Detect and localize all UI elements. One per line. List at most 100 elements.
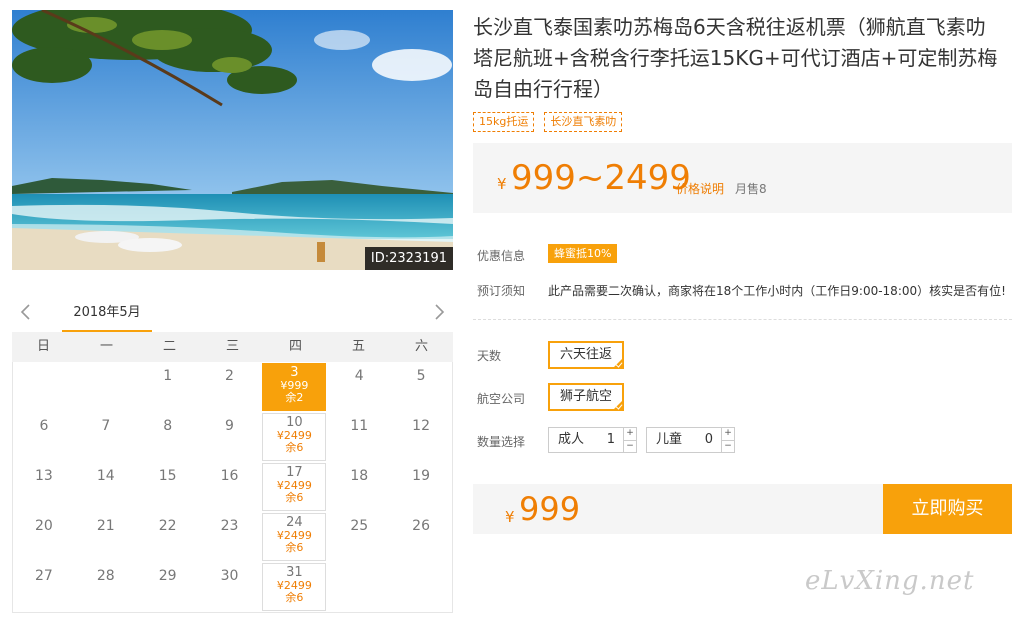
calendar-day-available[interactable]: 17 ¥2499 余6 xyxy=(262,463,327,511)
selected-check-icon xyxy=(613,358,624,368)
calendar-week-row: 1 2 3 ¥999 余2 4 5 xyxy=(13,362,452,412)
adult-stepper-buttons: + − xyxy=(623,428,636,452)
product-title: 长沙直飞泰国素叻苏梅岛6天含税往返机票（狮航直飞素叻塔尼航班+含税含行李托运15… xyxy=(473,15,998,101)
weekday-label: 日 xyxy=(36,339,50,354)
quantity-label: 数量选择 xyxy=(477,435,526,449)
calendar-day: 2 xyxy=(225,368,234,384)
calendar-day-available[interactable]: 10 ¥2499 余6 xyxy=(262,413,327,461)
calendar-week-row: 20 21 22 23 24 ¥2499 余6 25 26 xyxy=(13,512,452,562)
price-currency: ¥ xyxy=(497,175,507,193)
days-option-label: 六天往返 xyxy=(560,347,613,362)
adult-increment-button[interactable]: + xyxy=(624,428,636,440)
days-option-button[interactable]: 六天往返 xyxy=(548,341,625,369)
calendar-week-row: 6 7 8 9 10 ¥2499 余6 11 12 xyxy=(13,412,452,462)
calendar-day: 28 xyxy=(96,568,115,584)
calendar-day: 8 xyxy=(163,418,173,434)
adult-count[interactable]: 1 xyxy=(597,428,623,452)
calendar-day: 30 xyxy=(220,568,239,584)
calendar-day-stock: 余6 xyxy=(285,541,304,554)
airline-label: 航空公司 xyxy=(477,392,526,406)
calendar-day: 5 xyxy=(416,368,426,384)
calendar-grid: 1 2 3 ¥999 余2 4 5 6 7 8 9 10 ¥2499 余6 11 12 13 14 15 16 17 ¥2… xyxy=(12,362,453,613)
calendar-day: 23 xyxy=(220,518,239,534)
child-stepper-buttons: + − xyxy=(721,428,734,452)
calendar-day-empty xyxy=(13,362,75,412)
calendar-day-selected[interactable]: 3 ¥999 余2 xyxy=(262,363,327,411)
price-panel: ¥ 999~2499 价格说明 月售8 xyxy=(473,143,1012,213)
departure-calendar: 2018年5月 日一二三四五六 1 2 3 ¥999 余2 4 5 6 7 8 9 10 ¥2499 余6… xyxy=(12,296,453,613)
calendar-day-number: 24 xyxy=(286,515,303,530)
airline-option-button[interactable]: 狮子航空 xyxy=(548,383,625,411)
weekday-label: 四 xyxy=(288,339,302,354)
adult-label: 成人 xyxy=(558,432,585,447)
child-decrement-button[interactable]: − xyxy=(722,439,734,453)
calendar-day-available[interactable]: 31 ¥2499 余6 xyxy=(262,563,327,611)
calendar-week-row: 13 14 15 16 17 ¥2499 余6 18 19 xyxy=(13,462,452,512)
airline-option-label: 狮子航空 xyxy=(560,389,613,404)
weekday-label: 二 xyxy=(162,339,176,354)
days-label: 天数 xyxy=(477,349,502,363)
calendar-day-available[interactable]: 24 ¥2499 余6 xyxy=(262,513,327,561)
calendar-day: 27 xyxy=(35,568,53,584)
calendar-day: 25 xyxy=(350,518,369,534)
calendar-day: 11 xyxy=(350,418,369,434)
calendar-day-number: 3 xyxy=(290,365,299,380)
calendar-day: 14 xyxy=(96,468,115,484)
product-tags: 15kg托运 长沙直飞素叻 xyxy=(473,112,623,132)
child-increment-button[interactable]: + xyxy=(722,428,734,440)
calendar-day: 18 xyxy=(350,468,369,484)
chevron-left-icon[interactable] xyxy=(16,302,36,322)
adult-decrement-button[interactable]: − xyxy=(624,439,636,453)
watermark-logo: eLvXing.net xyxy=(805,566,975,596)
buy-now-button[interactable]: 立即购买 xyxy=(883,484,1012,534)
calendar-day: 16 xyxy=(220,468,239,484)
calendar-day-number: 10 xyxy=(286,415,303,430)
calendar-day: 9 xyxy=(225,418,234,434)
adult-quantity-stepper: 成人 1 + − xyxy=(548,427,637,453)
notice-label: 预订须知 xyxy=(477,284,526,298)
promo-label: 优惠信息 xyxy=(477,249,526,263)
total-price-panel: ¥ 999 xyxy=(473,484,883,534)
calendar-day: 12 xyxy=(412,418,430,434)
price-range: 999~2499 xyxy=(511,158,691,198)
calendar-day: 26 xyxy=(412,518,430,534)
child-quantity-stepper: 儿童 0 + − xyxy=(646,427,735,453)
calendar-day-stock: 余6 xyxy=(285,491,304,504)
weekday-label: 六 xyxy=(414,339,428,354)
calendar-day: 29 xyxy=(158,568,177,584)
calendar-day: 1 xyxy=(163,368,173,384)
chevron-right-icon[interactable] xyxy=(429,302,449,322)
tag-direct-flight: 长沙直飞素叻 xyxy=(544,112,623,132)
calendar-day: 15 xyxy=(158,468,177,484)
child-count[interactable]: 0 xyxy=(695,428,721,452)
calendar-day: 19 xyxy=(412,468,430,484)
calendar-day-number: 31 xyxy=(286,565,303,580)
calendar-day: 22 xyxy=(158,518,177,534)
notice-text: 此产品需要二次确认，商家将在18个工作小时内（工作日9:00-18:00）核实是… xyxy=(548,284,1006,298)
calendar-day-stock: 余2 xyxy=(285,391,304,404)
calendar-day-empty xyxy=(390,562,452,612)
monthly-sales: 月售8 xyxy=(735,182,767,196)
calendar-day: 21 xyxy=(96,518,115,534)
calendar-weekday-header: 日一二三四五六 xyxy=(12,332,453,362)
calendar-day-stock: 余6 xyxy=(285,591,304,604)
price-explain-link[interactable]: 价格说明 xyxy=(676,180,724,197)
calendar-day-number: 17 xyxy=(286,465,303,480)
calendar-day: 20 xyxy=(35,518,53,534)
calendar-day-stock: 余6 xyxy=(285,441,304,454)
beach-photo xyxy=(12,10,453,270)
divider xyxy=(473,319,1012,320)
calendar-day-empty xyxy=(75,362,137,412)
calendar-month-tab[interactable]: 2018年5月 xyxy=(62,296,152,332)
selected-check-icon xyxy=(613,400,624,410)
total-amount: 999 xyxy=(519,490,581,528)
calendar-day: 13 xyxy=(35,468,53,484)
product-photo: ID:2323191 xyxy=(12,10,453,270)
image-id-badge: ID:2323191 xyxy=(364,247,453,270)
tag-baggage: 15kg托运 xyxy=(473,112,535,132)
calendar-day: 7 xyxy=(101,418,111,434)
weekday-label: 五 xyxy=(351,339,365,354)
calendar-day-empty xyxy=(328,562,390,612)
weekday-label: 三 xyxy=(225,339,239,354)
promo-badge: 蜂蜜抵10% xyxy=(548,244,618,263)
